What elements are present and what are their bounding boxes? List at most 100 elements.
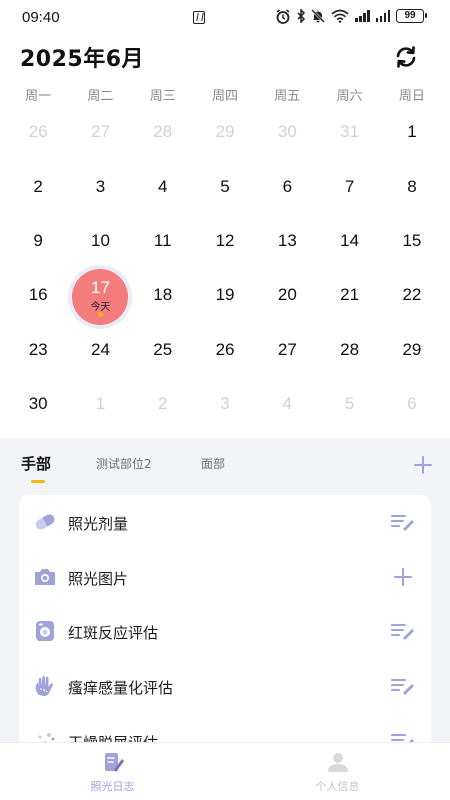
- calendar-day[interactable]: 27: [256, 323, 318, 377]
- record-row-erythema[interactable]: 红斑反应评估: [19, 604, 431, 658]
- calendar-day[interactable]: 7: [318, 159, 380, 213]
- tab-test-part-2[interactable]: 测试部位2: [96, 455, 152, 472]
- weekday-label: 周日: [398, 89, 425, 104]
- battery-icon: 99: [396, 9, 427, 23]
- day-number: 13: [277, 230, 297, 250]
- calendar-day[interactable]: 2: [132, 377, 194, 431]
- calendar-day[interactable]: 1: [69, 377, 131, 431]
- day-number: 5: [220, 176, 230, 196]
- calendar-day[interactable]: 31: [318, 105, 380, 159]
- calendar-day[interactable]: 5: [194, 159, 256, 213]
- bluetooth-icon: [297, 9, 306, 23]
- nav-profile[interactable]: 个人信息: [225, 743, 450, 800]
- refresh-button[interactable]: [393, 44, 419, 70]
- day-number: 6: [407, 394, 417, 414]
- edit-icon[interactable]: [391, 677, 415, 695]
- calendar-day[interactable]: 26: [7, 105, 69, 159]
- day-number: 17: [90, 278, 110, 298]
- calendar-day[interactable]: 20: [256, 268, 318, 322]
- weekday-label: 周三: [149, 89, 176, 104]
- day-number: 27: [90, 122, 110, 142]
- calendar-grid: 26 27 28 29 30 31 1 2 3 4 5 6 7 8 9 10 11 12 13 14 15 16 17 今天 1…: [7, 105, 443, 431]
- record-label: 瘙痒感量化评估: [68, 679, 174, 697]
- nav-journal[interactable]: 照光日志: [0, 743, 225, 800]
- calendar-day[interactable]: 29: [381, 323, 443, 377]
- calendar-day[interactable]: 10: [69, 214, 131, 268]
- nav-label: 个人信息: [315, 780, 360, 793]
- day-number: 25: [153, 339, 173, 359]
- calendar-day[interactable]: 18: [132, 268, 194, 322]
- record-row-itch[interactable]: 瘙痒感量化评估: [19, 659, 431, 713]
- nfc-icon: [193, 11, 205, 24]
- day-number: 3: [220, 394, 230, 414]
- calendar-day[interactable]: 9: [7, 214, 69, 268]
- today-label: 今天: [90, 302, 111, 314]
- add-icon[interactable]: [391, 568, 415, 586]
- weekday-label: 周二: [87, 89, 114, 104]
- calendar-day[interactable]: 23: [7, 323, 69, 377]
- calendar-day[interactable]: 16: [7, 268, 69, 322]
- day-number: 30: [28, 394, 48, 414]
- calendar-day[interactable]: 14: [318, 214, 380, 268]
- record-row-photo[interactable]: 照光图片: [19, 550, 431, 604]
- day-number: 4: [282, 394, 293, 414]
- calendar-day[interactable]: 1: [381, 105, 443, 159]
- calendar-day[interactable]: 3: [194, 377, 256, 431]
- day-number: 6: [282, 176, 293, 196]
- calendar-day[interactable]: 21: [318, 268, 380, 322]
- weekday-label: 周五: [274, 89, 301, 104]
- calendar-day[interactable]: 28: [132, 105, 194, 159]
- calendar-day[interactable]: 5: [318, 377, 380, 431]
- calendar-day[interactable]: 6: [381, 377, 443, 431]
- hand-icon: [33, 675, 57, 697]
- day-number: 19: [215, 285, 235, 305]
- calendar-day[interactable]: 3: [69, 159, 131, 213]
- calendar-day[interactable]: 4: [256, 377, 318, 431]
- calendar-day[interactable]: 24: [69, 323, 131, 377]
- bottom-nav: 照光日志 个人信息: [0, 742, 450, 800]
- calendar-day[interactable]: 11: [132, 214, 194, 268]
- tab-face[interactable]: 面部: [201, 455, 225, 472]
- calendar-day[interactable]: 4: [132, 159, 194, 213]
- calendar-day[interactable]: 30: [256, 105, 318, 159]
- calendar-day[interactable]: 30: [7, 377, 69, 431]
- calendar-day[interactable]: 6: [256, 159, 318, 213]
- day-number: 28: [153, 122, 173, 142]
- day-number: 14: [340, 230, 360, 250]
- edit-icon[interactable]: [391, 622, 415, 640]
- calendar-day[interactable]: 29: [194, 105, 256, 159]
- calendar-day[interactable]: 19: [194, 268, 256, 322]
- weekday-header: 周一 周二 周三 周四 周五 周六 周日: [7, 85, 443, 104]
- calendar-day[interactable]: 15: [381, 214, 443, 268]
- records-card: 照光剂量 照光图片 红斑反应评估 瘙痒感量化评估: [19, 495, 431, 755]
- day-number: 9: [33, 230, 43, 250]
- journal-icon: [102, 751, 124, 773]
- calendar-day[interactable]: 26: [194, 323, 256, 377]
- record-row-dose[interactable]: 照光剂量: [19, 495, 431, 549]
- tab-hand[interactable]: 手部: [21, 453, 51, 474]
- day-number: 2: [33, 176, 43, 196]
- calendar-day[interactable]: 8: [381, 159, 443, 213]
- day-number: 26: [215, 339, 235, 359]
- day-number: 8: [407, 176, 417, 196]
- calendar-day[interactable]: 27: [69, 105, 131, 159]
- status-icons: 99: [275, 9, 427, 24]
- calendar-day[interactable]: 12: [194, 214, 256, 268]
- day-number: 16: [28, 285, 48, 305]
- day-number: 2: [158, 394, 168, 414]
- add-tab-button[interactable]: [413, 455, 433, 475]
- camera-icon: [33, 566, 57, 588]
- calendar-day[interactable]: 22: [381, 268, 443, 322]
- calendar-day-today[interactable]: 17 今天: [68, 265, 133, 330]
- edit-icon[interactable]: [391, 513, 415, 531]
- calendar-day[interactable]: 2: [7, 159, 69, 213]
- calendar-day[interactable]: 13: [256, 214, 318, 268]
- calendar-day[interactable]: 28: [318, 323, 380, 377]
- day-number: 22: [402, 285, 422, 305]
- day-number: 18: [153, 285, 173, 305]
- weekday-label: 周一: [25, 89, 52, 104]
- status-time: 09:40: [22, 8, 60, 26]
- signal-icon-1: [355, 10, 370, 22]
- refresh-icon: [396, 46, 416, 68]
- calendar-day[interactable]: 25: [132, 323, 194, 377]
